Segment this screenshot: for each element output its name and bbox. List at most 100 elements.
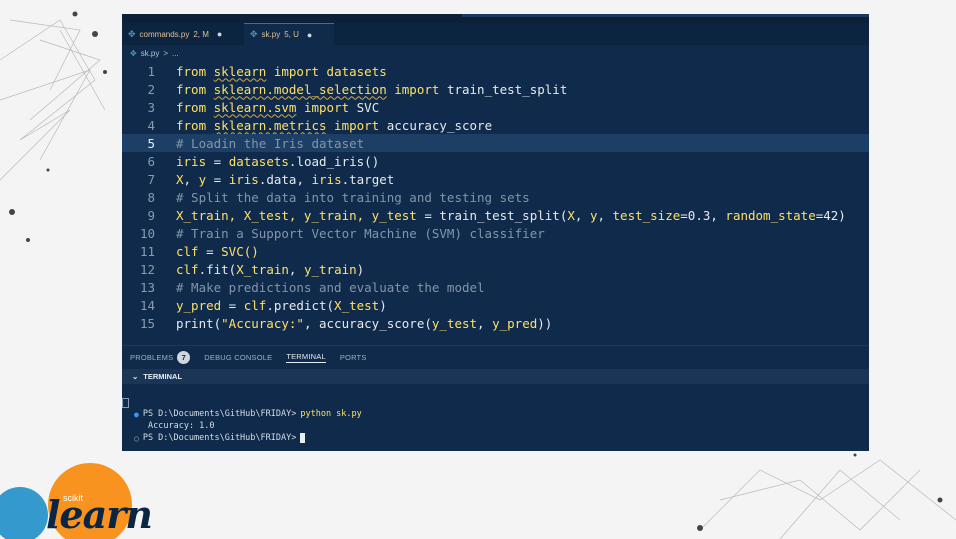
line-number: 5 xyxy=(147,135,155,151)
code-text: from sklearn import datasets xyxy=(176,64,387,79)
code-text: # Train a Support Vector Machine (SVM) c… xyxy=(176,226,545,241)
code-token: , accuracy_score( xyxy=(303,315,432,331)
breadcrumb-separator: > xyxy=(163,48,169,58)
code-text: # Make predictions and evaluate the mode… xyxy=(176,280,485,295)
code-token: .data, xyxy=(258,171,312,187)
code-token: X_train, X_test, y_train, y_test xyxy=(176,207,417,223)
code-token: test_size xyxy=(612,207,681,223)
code-line[interactable]: 4 from sklearn.metrics import accuracy_sc… xyxy=(122,116,869,134)
tab-ports[interactable]: PORTS xyxy=(340,353,367,362)
code-token: .load_iris() xyxy=(288,153,380,169)
code-token: y_pred xyxy=(176,297,222,313)
code-token: , xyxy=(183,171,199,187)
code-text: from sklearn.model_selection import trai… xyxy=(176,82,567,97)
code-token: ) xyxy=(379,297,387,313)
line-number: 15 xyxy=(139,315,155,331)
modified-dot-icon[interactable]: ● xyxy=(307,30,312,40)
code-token: "Accuracy:" xyxy=(221,315,304,331)
code-token: X xyxy=(176,171,184,187)
tab-status: 5, U xyxy=(284,30,299,39)
code-editor-window: ✥ commands.py 2, M ● ✥ sk.py 5, U ● ✥ sk… xyxy=(122,14,869,451)
code-token: print( xyxy=(176,315,222,331)
tab-filename: sk.py xyxy=(261,30,281,39)
code-line[interactable]: 12 clf.fit(X_train, y_train) xyxy=(122,260,869,278)
code-token: # Loadin the Iris dataset xyxy=(176,135,365,151)
code-token: iris xyxy=(311,171,342,187)
line-number: 7 xyxy=(147,171,155,187)
terminal-line: ● PS D:\Documents\GitHub\FRIDAY> python … xyxy=(134,408,362,420)
code-token: iris xyxy=(176,153,207,169)
code-token: = xyxy=(198,243,222,259)
code-token: accuracy_score xyxy=(386,117,493,133)
tab-commands-py[interactable]: ✥ commands.py 2, M ● xyxy=(122,23,244,45)
code-token: .predict( xyxy=(266,297,335,313)
code-line[interactable]: 11 clf = SVC() xyxy=(122,242,869,260)
code-line[interactable]: 13 # Make predictions and evaluate the mo… xyxy=(122,278,869,296)
code-area[interactable]: 1 from sklearn import datasets 2 from sklea… xyxy=(122,62,869,344)
line-number: 12 xyxy=(139,261,155,277)
code-text: y_pred = clf.predict(X_test) xyxy=(176,298,387,313)
code-token: from xyxy=(176,63,214,79)
code-token: datasets xyxy=(326,63,387,79)
code-line[interactable]: 14 y_pred = clf.predict(X_test) xyxy=(122,296,869,314)
code-token: = train_test_split( xyxy=(416,207,568,223)
breadcrumb-symbols[interactable]: ... xyxy=(172,49,179,58)
code-line[interactable]: 6 iris = datasets.load_iris() xyxy=(122,152,869,170)
code-token: , xyxy=(477,315,493,331)
code-token: from xyxy=(176,81,214,97)
command-pending-dot-icon: ○ xyxy=(134,433,139,443)
panel-tab-bar: PROBLEMS 7 DEBUG CONSOLE TERMINAL PORTS xyxy=(122,345,869,369)
line-number: 8 xyxy=(147,189,155,205)
code-token: =0.3, xyxy=(680,207,726,223)
code-text: clf = SVC() xyxy=(176,244,259,259)
code-token: # Make predictions and evaluate the mode… xyxy=(176,279,485,295)
code-text: # Split the data into training and testi… xyxy=(176,190,530,205)
python-file-icon: ✥ xyxy=(128,28,136,39)
line-number: 4 xyxy=(147,117,155,133)
code-token: import xyxy=(386,81,447,97)
tab-terminal[interactable]: TERMINAL xyxy=(286,352,326,363)
line-number: 9 xyxy=(147,207,155,223)
line-number: 13 xyxy=(139,279,155,295)
code-token: y_train xyxy=(303,261,357,277)
code-token: y xyxy=(198,171,207,187)
code-token: X_test xyxy=(334,297,380,313)
code-line[interactable]: 1 from sklearn import datasets xyxy=(122,62,869,80)
breadcrumb-file[interactable]: sk.py xyxy=(141,49,160,58)
code-token: , xyxy=(597,207,613,223)
command-success-dot-icon: ● xyxy=(134,409,139,419)
code-text: X, y = iris.data, iris.target xyxy=(176,172,394,187)
tab-problems[interactable]: PROBLEMS 7 xyxy=(130,351,191,364)
code-token: import xyxy=(326,117,387,133)
code-token: sklearn.metrics xyxy=(213,117,327,133)
terminal-split-icon[interactable] xyxy=(122,398,129,408)
code-token: import xyxy=(296,99,357,115)
code-token: SVC xyxy=(356,99,380,115)
code-token: SVC() xyxy=(221,243,259,259)
tab-label: PROBLEMS xyxy=(130,353,174,362)
terminal-output[interactable]: ● PS D:\Documents\GitHub\FRIDAY> python … xyxy=(122,384,869,451)
editor-tab-bar: ✥ commands.py 2, M ● ✥ sk.py 5, U ● xyxy=(122,23,869,45)
line-number: 11 xyxy=(139,243,155,259)
line-number: 2 xyxy=(147,81,155,97)
tab-filename: commands.py xyxy=(139,29,190,39)
code-line[interactable]: 9 X_train, X_test, y_train, y_test = trai… xyxy=(122,206,869,224)
code-token: , xyxy=(288,261,304,277)
tab-debug-console[interactable]: DEBUG CONSOLE xyxy=(204,353,272,362)
code-line[interactable]: 8 # Split the data into training and test… xyxy=(122,188,869,206)
modified-dot-icon[interactable]: ● xyxy=(217,29,222,39)
code-token: import xyxy=(266,63,327,79)
code-token: from xyxy=(176,99,214,115)
code-text: iris = datasets.load_iris() xyxy=(176,154,379,169)
code-line[interactable]: 7 X, y = iris.data, iris.target xyxy=(122,170,869,188)
tab-sk-py[interactable]: ✥ sk.py 5, U ● xyxy=(244,23,334,45)
code-line[interactable]: 2 from sklearn.model_selection import tra… xyxy=(122,80,869,98)
code-line[interactable]: 3 from sklearn.svm import SVC xyxy=(122,98,869,116)
terminal-section-header[interactable]: ⌄ TERMINAL xyxy=(122,369,869,384)
code-line[interactable]: 10 # Train a Support Vector Machine (SVM)… xyxy=(122,224,869,242)
breadcrumb: ✥ sk.py > ... xyxy=(122,45,179,61)
terminal-output-text: Accuracy: 1.0 xyxy=(148,421,215,431)
problems-count-badge: 7 xyxy=(177,351,191,364)
code-line[interactable]: 5 # Loadin the Iris dataset xyxy=(122,134,869,152)
code-line[interactable]: 15 print("Accuracy:", accuracy_score(y_te… xyxy=(122,314,869,332)
